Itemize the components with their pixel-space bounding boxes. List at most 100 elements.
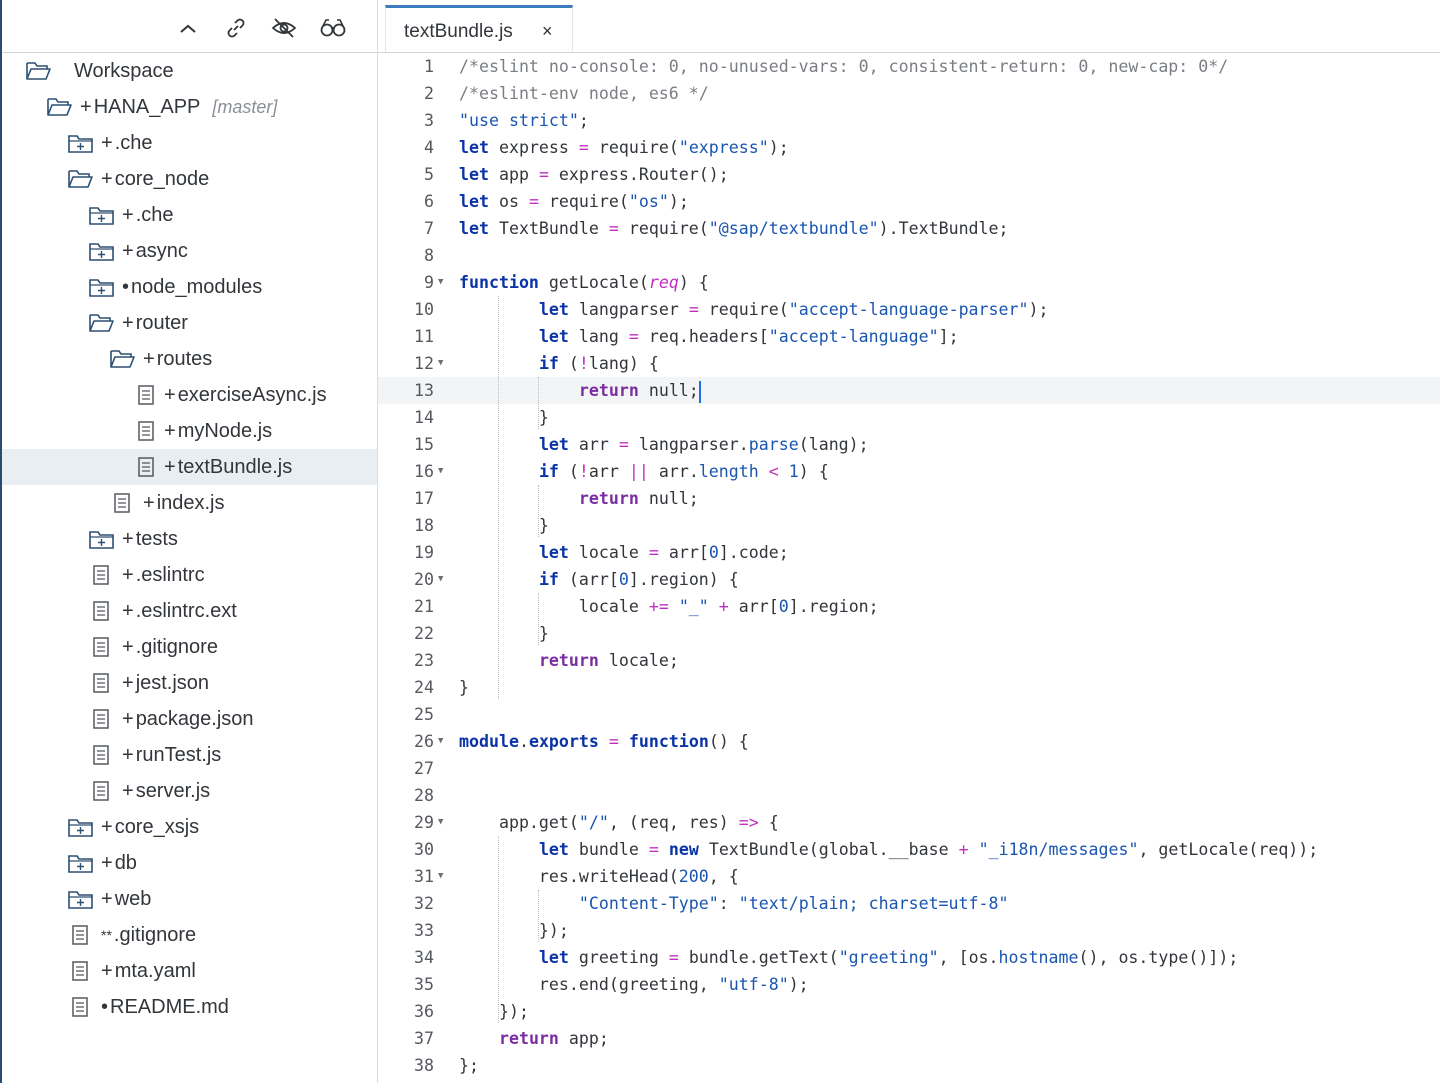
code-text: } bbox=[459, 678, 469, 697]
collapse-all-button[interactable] bbox=[174, 14, 202, 42]
sidebar-toolbar bbox=[2, 0, 377, 53]
code-line[interactable]: 19 let locale = arr[0].code; bbox=[378, 539, 1440, 566]
code-text: }; bbox=[459, 1056, 479, 1075]
fold-toggle-icon[interactable]: ▼ bbox=[438, 566, 443, 593]
tree-item-name: textBundle.js bbox=[177, 456, 293, 478]
tree-item-package-json[interactable]: + package.json bbox=[2, 701, 377, 737]
tree-item-runtest-js[interactable]: + runTest.js bbox=[2, 737, 377, 773]
search-files-button[interactable] bbox=[319, 14, 347, 42]
code-line[interactable]: 37 return app; bbox=[378, 1025, 1440, 1052]
code-line[interactable]: 23 return locale; bbox=[378, 647, 1440, 674]
tree-item-readme-md[interactable]: • README.md bbox=[2, 989, 377, 1025]
tree-item-router[interactable]: + router bbox=[2, 305, 377, 341]
code-line[interactable]: 1 /*eslint no-console: 0, no-unused-vars:… bbox=[378, 53, 1440, 80]
code-line[interactable]: 29 ▼ app.get("/", (req, res) => { bbox=[378, 809, 1440, 836]
code-line[interactable]: 27 bbox=[378, 755, 1440, 782]
line-number: 26 bbox=[414, 732, 434, 751]
git-status-marker: + bbox=[164, 420, 176, 442]
tree-item-server-js[interactable]: + server.js bbox=[2, 773, 377, 809]
tree-item-name: core_node bbox=[114, 168, 210, 190]
fold-toggle-icon[interactable]: ▼ bbox=[438, 269, 443, 296]
fold-toggle-icon[interactable]: ▼ bbox=[438, 458, 443, 485]
code-line[interactable]: 11 let lang = req.headers["accept-langua… bbox=[378, 323, 1440, 350]
indent-guide bbox=[538, 890, 539, 942]
code-area[interactable]: 1 /*eslint no-console: 0, no-unused-vars:… bbox=[378, 53, 1440, 1083]
tree-item-label: + db bbox=[101, 845, 137, 881]
line-number: 11 bbox=[414, 327, 434, 346]
code-line[interactable]: 20 ▼ if (arr[0].region) { bbox=[378, 566, 1440, 593]
code-line[interactable]: 26 ▼ module.exports = function() { bbox=[378, 728, 1440, 755]
code-line[interactable]: 31 ▼ res.writeHead(200, { bbox=[378, 863, 1440, 890]
tree-item-eslintrc[interactable]: + .eslintrc bbox=[2, 557, 377, 593]
code-line[interactable]: 36 }); bbox=[378, 998, 1440, 1025]
code-line[interactable]: 35 res.end(greeting, "utf-8"); bbox=[378, 971, 1440, 998]
tree-item-jest-json[interactable]: + jest.json bbox=[2, 665, 377, 701]
tree-item-gitignore[interactable]: ** .gitignore bbox=[2, 917, 377, 953]
tree-item-label: + tests bbox=[122, 521, 178, 557]
git-status-marker: + bbox=[122, 564, 134, 586]
tree-item-name: web bbox=[114, 888, 152, 910]
tree-item-tests[interactable]: + tests bbox=[2, 521, 377, 557]
toggle-hidden-files-button[interactable] bbox=[270, 14, 298, 42]
tree-item-mynode-js[interactable]: + myNode.js bbox=[2, 413, 377, 449]
code-line[interactable]: 34 let greeting = bundle.getText("greeti… bbox=[378, 944, 1440, 971]
tree-item-core-node[interactable]: + core_node bbox=[2, 161, 377, 197]
file-icon bbox=[70, 996, 94, 1018]
code-line[interactable]: 25 bbox=[378, 701, 1440, 728]
code-line[interactable]: 9 ▼ function getLocale(req) { bbox=[378, 269, 1440, 296]
fold-toggle-icon[interactable]: ▼ bbox=[438, 350, 443, 377]
tree-item-gitignore[interactable]: + .gitignore bbox=[2, 629, 377, 665]
tree-item-async[interactable]: + async bbox=[2, 233, 377, 269]
code-line[interactable]: 38}; bbox=[378, 1052, 1440, 1079]
code-line[interactable]: 2 /*eslint-env node, es6 */ bbox=[378, 80, 1440, 107]
tree-item-hana-app[interactable]: + HANA_APP [master] bbox=[2, 89, 377, 125]
tab-textbundle-js[interactable]: textBundle.js × bbox=[385, 5, 573, 52]
tree-item-textbundle-js[interactable]: + textBundle.js bbox=[2, 449, 377, 485]
fold-toggle-icon[interactable]: ▼ bbox=[438, 863, 443, 890]
tree-item-name: server.js bbox=[135, 780, 211, 802]
tree-item-name: tests bbox=[135, 528, 178, 550]
fold-toggle-icon[interactable]: ▼ bbox=[438, 809, 443, 836]
code-line[interactable]: 4 let express = require("express"); bbox=[378, 134, 1440, 161]
folder-open-icon bbox=[26, 60, 51, 82]
tree-item-exerciseasync-js[interactable]: + exerciseAsync.js bbox=[2, 377, 377, 413]
tree-item-index-js[interactable]: + index.js bbox=[2, 485, 377, 521]
file-icon bbox=[91, 636, 115, 658]
code-line[interactable]: 15 let arr = langparser.parse(lang); bbox=[378, 431, 1440, 458]
code-line[interactable]: 7 let TextBundle = require("@sap/textbund… bbox=[378, 215, 1440, 242]
tree-item-core-xsjs[interactable]: + core_xsjs bbox=[2, 809, 377, 845]
code-line[interactable]: 5 let app = express.Router(); bbox=[378, 161, 1440, 188]
tree-item-mta-yaml[interactable]: + mta.yaml bbox=[2, 953, 377, 989]
code-line[interactable]: 16 ▼ if (!arr || arr.length < 1) { bbox=[378, 458, 1440, 485]
tree-item-name: .che bbox=[135, 204, 174, 226]
tree-item-node-modules[interactable]: • node_modules bbox=[2, 269, 377, 305]
code-line[interactable]: 8 bbox=[378, 242, 1440, 269]
code-line[interactable]: 6 let os = require("os"); bbox=[378, 188, 1440, 215]
tree-item-eslintrc-ext[interactable]: + .eslintrc.ext bbox=[2, 593, 377, 629]
tree-item-che[interactable]: + .che bbox=[2, 125, 377, 161]
tree-item-routes[interactable]: + routes bbox=[2, 341, 377, 377]
code-text: locale += "_" + arr[0].region; bbox=[459, 597, 879, 616]
line-number: 24 bbox=[414, 678, 434, 697]
tree-item-workspace[interactable]: Workspace bbox=[2, 53, 377, 89]
code-line[interactable]: 3 "use strict"; bbox=[378, 107, 1440, 134]
tree-item-label: + .eslintrc.ext bbox=[122, 593, 237, 629]
tree-item-db[interactable]: + db bbox=[2, 845, 377, 881]
code-line[interactable]: 12 ▼ if (!lang) { bbox=[378, 350, 1440, 377]
tree-item-web[interactable]: + web bbox=[2, 881, 377, 917]
code-line[interactable]: 28 bbox=[378, 782, 1440, 809]
close-icon[interactable]: × bbox=[542, 21, 553, 42]
line-number: 32 bbox=[414, 894, 434, 913]
tree-item-che[interactable]: + .che bbox=[2, 197, 377, 233]
code-text: res.writeHead(200, { bbox=[459, 867, 739, 886]
fold-toggle-icon[interactable]: ▼ bbox=[438, 728, 443, 755]
code-line[interactable]: 10 let langparser = require("accept-lang… bbox=[378, 296, 1440, 323]
git-status-marker: + bbox=[122, 672, 134, 694]
code-line[interactable]: 30 let bundle = new TextBundle(global.__… bbox=[378, 836, 1440, 863]
link-with-editor-button[interactable] bbox=[222, 14, 250, 42]
file-icon bbox=[91, 780, 115, 802]
code-text: if (!lang) { bbox=[538, 354, 659, 373]
tree-item-label: + index.js bbox=[143, 485, 225, 521]
line-number: 7 bbox=[424, 219, 434, 238]
code-line[interactable]: 24} bbox=[378, 674, 1440, 701]
